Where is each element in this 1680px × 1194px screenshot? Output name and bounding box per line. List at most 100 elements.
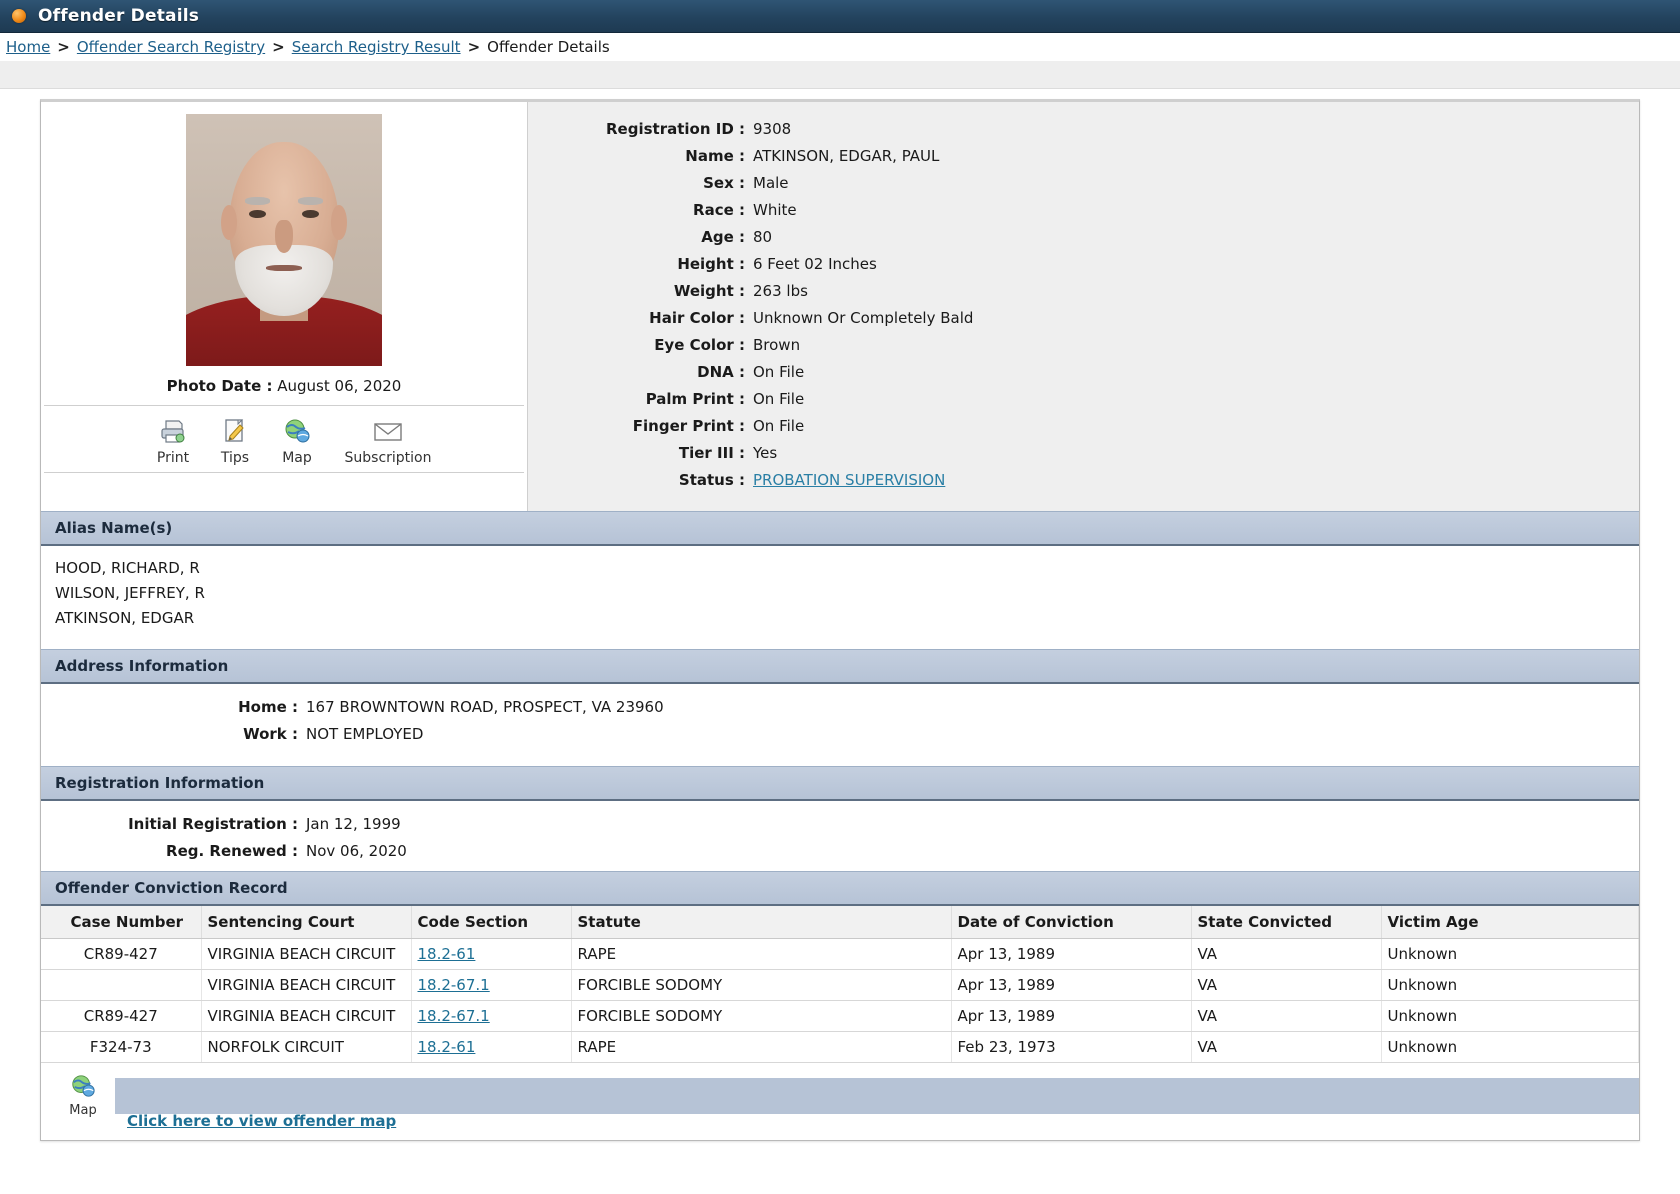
cell-code-section: 18.2-67.1 bbox=[411, 970, 571, 1001]
table-row: CR89-427 VIRGINIA BEACH CIRCUIT 18.2-67.… bbox=[41, 1001, 1639, 1032]
cell-statute: RAPE bbox=[571, 1032, 951, 1063]
map-link-row: Click here to view offender map bbox=[41, 1112, 1639, 1130]
cell-state: VA bbox=[1191, 939, 1381, 970]
attribute-row-registration-id: Registration ID : 9308 bbox=[528, 116, 1639, 143]
column-header-state-convicted: State Convicted bbox=[1191, 906, 1381, 939]
cell-court: VIRGINIA BEACH CIRCUIT bbox=[201, 970, 411, 1001]
attribute-value: 6 Feet 02 Inches bbox=[753, 251, 1639, 278]
attribute-label: Status : bbox=[528, 467, 753, 494]
map-footer-icon-block[interactable]: Map bbox=[55, 1073, 111, 1118]
initial-registration-label: Initial Registration : bbox=[41, 811, 306, 838]
photo-panel-footer bbox=[41, 473, 527, 511]
attribute-row-age: Age : 80 bbox=[528, 224, 1639, 251]
conviction-section-header: Offender Conviction Record bbox=[41, 871, 1639, 906]
attribute-label: Sex : bbox=[528, 170, 753, 197]
photo-panel: Photo Date : August 06, 2020 bbox=[41, 102, 528, 511]
cell-statute: FORCIBLE SODOMY bbox=[571, 970, 951, 1001]
address-row-home: Home : 167 BROWNTOWN ROAD, PROSPECT, VA … bbox=[41, 694, 1639, 721]
map-footer-bar bbox=[115, 1078, 1639, 1114]
cell-date: Apr 13, 1989 bbox=[951, 939, 1191, 970]
code-section-link[interactable]: 18.2-67.1 bbox=[418, 976, 490, 994]
registration-row-initial: Initial Registration : Jan 12, 1999 bbox=[41, 811, 1639, 838]
cell-victim-age: Unknown bbox=[1381, 1032, 1639, 1063]
attribute-row-finger-print: Finger Print : On File bbox=[528, 413, 1639, 440]
alias-item: WILSON, JEFFREY, R bbox=[41, 581, 1639, 606]
address-home-label: Home : bbox=[41, 694, 306, 721]
address-work-label: Work : bbox=[41, 721, 306, 748]
card-bottom-strip bbox=[41, 1130, 1639, 1140]
code-section-link[interactable]: 18.2-67.1 bbox=[418, 1007, 490, 1025]
cell-date: Feb 23, 1973 bbox=[951, 1032, 1191, 1063]
cell-state: VA bbox=[1191, 1032, 1381, 1063]
attribute-row-eye-color: Eye Color : Brown bbox=[528, 332, 1639, 359]
registration-section-body: Initial Registration : Jan 12, 1999 Reg.… bbox=[41, 801, 1639, 871]
initial-registration-value: Jan 12, 1999 bbox=[306, 811, 1639, 838]
breadcrumb-item-search-registry-result[interactable]: Search Registry Result bbox=[292, 38, 461, 56]
photo-date: Photo Date : August 06, 2020 bbox=[41, 377, 527, 395]
offender-summary: Photo Date : August 06, 2020 bbox=[41, 102, 1639, 511]
cell-code-section: 18.2-61 bbox=[411, 939, 571, 970]
tips-button[interactable]: Tips bbox=[204, 414, 266, 466]
conviction-table-header-row: Case Number Sentencing Court Code Sectio… bbox=[41, 906, 1639, 939]
cell-victim-age: Unknown bbox=[1381, 970, 1639, 1001]
reg-renewed-label: Reg. Renewed : bbox=[41, 838, 306, 865]
attribute-value: 263 lbs bbox=[753, 278, 1639, 305]
attribute-label: Age : bbox=[528, 224, 753, 251]
photo-toolbar: Print Tips bbox=[44, 405, 524, 473]
breadcrumb-separator: > bbox=[272, 38, 285, 56]
attribute-row-tier: Tier III : Yes bbox=[528, 440, 1639, 467]
attribute-value: 80 bbox=[753, 224, 1639, 251]
attribute-row-weight: Weight : 263 lbs bbox=[528, 278, 1639, 305]
printer-icon bbox=[142, 414, 204, 448]
window-titlebar: Offender Details bbox=[0, 0, 1680, 33]
offender-mugshot-photo bbox=[186, 114, 382, 366]
column-header-statute: Statute bbox=[571, 906, 951, 939]
conviction-table: Case Number Sentencing Court Code Sectio… bbox=[41, 906, 1639, 1063]
attribute-label: Name : bbox=[528, 143, 753, 170]
address-work-value: NOT EMPLOYED bbox=[306, 721, 1639, 748]
breadcrumb-item-offender-search-registry[interactable]: Offender Search Registry bbox=[77, 38, 265, 56]
attribute-label: Weight : bbox=[528, 278, 753, 305]
cell-case-number: F324-73 bbox=[41, 1032, 201, 1063]
map-button[interactable]: Map bbox=[266, 414, 328, 466]
attribute-label: Race : bbox=[528, 197, 753, 224]
view-offender-map-link[interactable]: Click here to view offender map bbox=[127, 1112, 396, 1130]
attribute-label: Finger Print : bbox=[528, 413, 753, 440]
cell-date: Apr 13, 1989 bbox=[951, 1001, 1191, 1032]
page-container: Photo Date : August 06, 2020 bbox=[0, 99, 1680, 1141]
status-link[interactable]: PROBATION SUPERVISION bbox=[753, 471, 945, 489]
tips-label: Tips bbox=[204, 450, 266, 466]
print-label: Print bbox=[142, 450, 204, 466]
cell-state: VA bbox=[1191, 1001, 1381, 1032]
photo-date-value: August 06, 2020 bbox=[277, 377, 401, 395]
globe-map-icon bbox=[68, 1088, 98, 1103]
subscription-label: Subscription bbox=[328, 450, 448, 466]
attribute-value: On File bbox=[753, 359, 1639, 386]
alias-item: ATKINSON, EDGAR bbox=[41, 606, 1639, 631]
breadcrumb-item-offender-details: Offender Details bbox=[487, 38, 610, 56]
attribute-label: Hair Color : bbox=[528, 305, 753, 332]
attribute-label: Eye Color : bbox=[528, 332, 753, 359]
attribute-value: Male bbox=[753, 170, 1639, 197]
attribute-row-race: Race : White bbox=[528, 197, 1639, 224]
toolbar-spacer bbox=[44, 414, 142, 466]
code-section-link[interactable]: 18.2-61 bbox=[418, 1038, 476, 1056]
cell-statute: FORCIBLE SODOMY bbox=[571, 1001, 951, 1032]
breadcrumb-item-home[interactable]: Home bbox=[6, 38, 50, 56]
page-title: Offender Details bbox=[38, 6, 199, 26]
subscription-button[interactable]: Subscription bbox=[328, 414, 448, 466]
alias-section-body: HOOD, RICHARD, R WILSON, JEFFREY, R ATKI… bbox=[41, 546, 1639, 649]
alias-section-header: Alias Name(s) bbox=[41, 511, 1639, 546]
column-header-code-section: Code Section bbox=[411, 906, 571, 939]
print-button[interactable]: Print bbox=[142, 414, 204, 466]
address-home-value: 167 BROWNTOWN ROAD, PROSPECT, VA 23960 bbox=[306, 694, 1639, 721]
map-label: Map bbox=[266, 450, 328, 466]
attribute-row-height: Height : 6 Feet 02 Inches bbox=[528, 251, 1639, 278]
column-header-date-of-conviction: Date of Conviction bbox=[951, 906, 1191, 939]
attribute-value: On File bbox=[753, 386, 1639, 413]
attribute-value: Yes bbox=[753, 440, 1639, 467]
code-section-link[interactable]: 18.2-61 bbox=[418, 945, 476, 963]
cell-case-number bbox=[41, 970, 201, 1001]
attribute-row-status: Status : PROBATION SUPERVISION bbox=[528, 467, 1639, 494]
registration-row-renewed: Reg. Renewed : Nov 06, 2020 bbox=[41, 838, 1639, 865]
